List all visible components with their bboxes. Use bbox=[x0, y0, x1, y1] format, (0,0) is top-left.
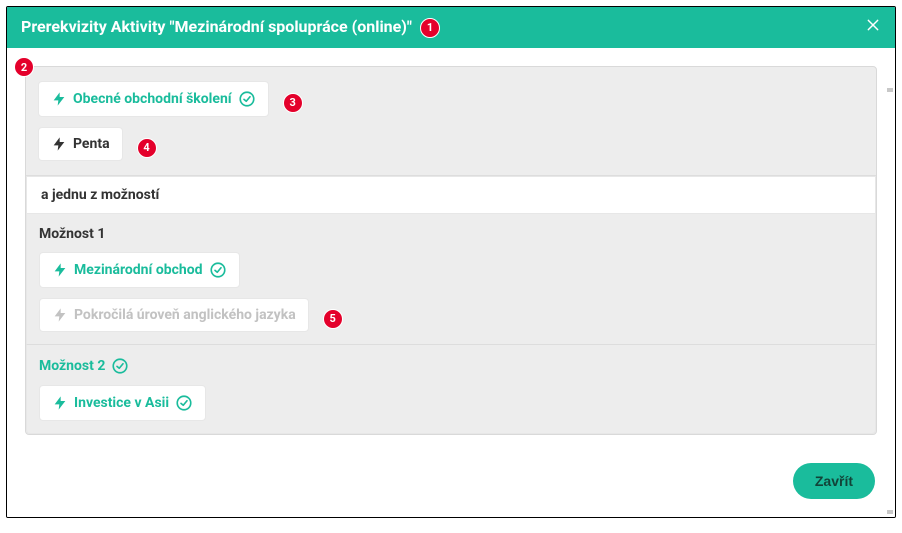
prereq-item-label: Pokročilá úroveň anglického jazyka bbox=[74, 307, 296, 323]
prereq-item-label: Penta bbox=[73, 136, 110, 152]
prereq-item-label: Obecné obchodní školení bbox=[73, 91, 232, 107]
prereq-panel: 2 Obecné obchodní školení 3 bbox=[25, 66, 877, 435]
lightning-icon bbox=[52, 395, 68, 411]
prereq-item-english-advanced[interactable]: Pokročilá úroveň anglického jazyka bbox=[39, 298, 309, 332]
prerequisites-modal: Prerekvizity Aktivity "Mezinárodní spolu… bbox=[6, 6, 896, 518]
scroll-area[interactable]: 2 Obecné obchodní školení 3 bbox=[7, 48, 895, 453]
prereq-item-label: Mezinárodní obchod bbox=[74, 262, 203, 278]
option-2-label-text: Možnost 2 bbox=[39, 358, 105, 374]
badge-3: 3 bbox=[283, 93, 303, 113]
close-icon[interactable] bbox=[865, 17, 881, 38]
one-of-label: a jednu z možností bbox=[41, 187, 159, 203]
prereq-item-general-training[interactable]: Obecné obchodní školení bbox=[38, 81, 269, 117]
close-button[interactable]: Zavřít bbox=[793, 463, 875, 499]
prereq-item-intl-trade[interactable]: Mezinárodní obchod bbox=[39, 252, 240, 288]
badge-1: 1 bbox=[420, 18, 440, 38]
modal-title-text: Prerekvizity Aktivity "Mezinárodní spolu… bbox=[21, 17, 412, 36]
lightning-icon bbox=[52, 262, 68, 278]
badge-5: 5 bbox=[323, 309, 343, 329]
modal-title: Prerekvizity Aktivity "Mezinárodní spolu… bbox=[21, 17, 440, 38]
badge-2: 2 bbox=[14, 57, 34, 77]
option-1-label-text: Možnost 1 bbox=[39, 226, 105, 242]
modal-body: 2 Obecné obchodní školení 3 bbox=[7, 48, 895, 453]
lightning-icon bbox=[52, 307, 68, 323]
check-circle-icon bbox=[238, 90, 256, 108]
prereq-item-invest-asia[interactable]: Investice v Asii bbox=[39, 385, 206, 421]
scrollbar[interactable] bbox=[887, 88, 893, 508]
modal-footer: Zavřít bbox=[7, 453, 895, 517]
option-1-block: Možnost 1 Mezinárodní obchod bbox=[26, 214, 876, 345]
prereq-item-penta[interactable]: Penta bbox=[38, 127, 123, 161]
prereq-required-block: Obecné obchodní školení 3 Penta bbox=[26, 67, 876, 176]
option-1-label: Možnost 1 bbox=[39, 226, 863, 242]
check-circle-icon bbox=[209, 261, 227, 279]
modal-header: Prerekvizity Aktivity "Mezinárodní spolu… bbox=[7, 7, 895, 48]
prereq-item-label: Investice v Asii bbox=[74, 395, 169, 411]
lightning-icon bbox=[51, 136, 67, 152]
badge-4: 4 bbox=[137, 138, 157, 158]
check-circle-icon bbox=[175, 394, 193, 412]
option-2-label: Možnost 2 bbox=[39, 357, 863, 375]
check-circle-icon bbox=[111, 357, 129, 375]
option-2-block: Možnost 2 Investice v Asii bbox=[26, 345, 876, 434]
lightning-icon bbox=[51, 91, 67, 107]
one-of-header: a jednu z možností bbox=[26, 176, 876, 214]
close-button-label: Zavřít bbox=[815, 473, 853, 489]
